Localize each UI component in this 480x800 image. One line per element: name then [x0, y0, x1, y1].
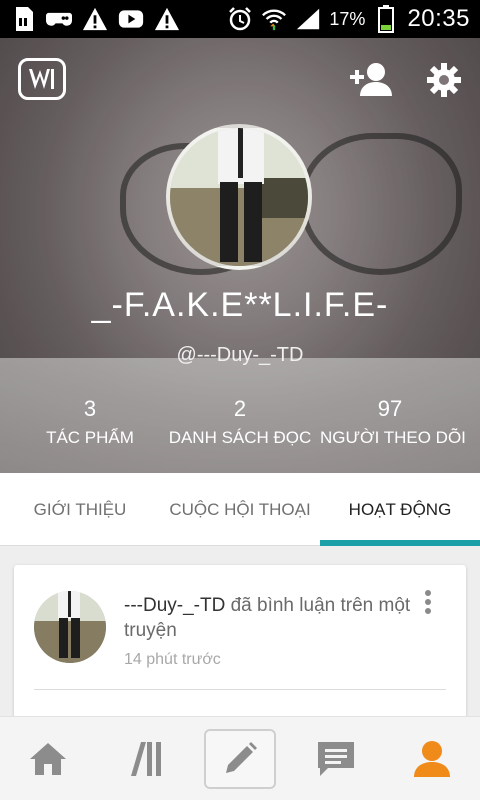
- wattpad-logo-icon[interactable]: [18, 58, 66, 100]
- profile-icon[interactable]: [396, 729, 468, 789]
- gear-icon[interactable]: [426, 62, 462, 98]
- battery-icon: [373, 5, 399, 33]
- stat-label: DANH SÁCH ĐỌC: [168, 428, 312, 447]
- more-vertical-icon[interactable]: [418, 589, 438, 619]
- library-icon[interactable]: [108, 729, 180, 789]
- warning-icon: [154, 6, 180, 32]
- avatar[interactable]: [34, 591, 106, 663]
- activity-card[interactable]: ---Duy-_-TD đã bình luận trên một truyện…: [14, 565, 466, 725]
- clock: 20:35: [407, 5, 470, 32]
- stat-label: NGƯỜI THEO DÕI: [320, 428, 466, 447]
- status-bar: 17% 20:35: [0, 0, 480, 38]
- activity-time: 14 phút trước: [124, 651, 221, 668]
- gamepad-icon: [46, 6, 72, 32]
- activity-author[interactable]: ---Duy-_-TD: [124, 595, 225, 616]
- tab-about[interactable]: GIỚI THIỆU: [0, 473, 160, 546]
- activity-text: ---Duy-_-TD đã bình luận trên một truyện: [124, 593, 414, 643]
- stat-value: 97: [377, 396, 403, 421]
- tab-activity[interactable]: HOẠT ĐỘNG: [320, 473, 480, 546]
- username: @---Duy-_-TD: [176, 344, 304, 366]
- profile-stats: 3 TÁC PHẨM 2 DANH SÁCH ĐỌC 97 NGƯỜI THEO…: [0, 396, 480, 456]
- stat-label: TÁC PHẨM: [46, 428, 134, 447]
- battery-percent: 17%: [329, 8, 366, 29]
- bottom-navigation: [0, 716, 480, 800]
- profile-avatar[interactable]: [166, 124, 312, 270]
- divider: [34, 689, 446, 690]
- stat-works[interactable]: 3 TÁC PHẨM: [30, 396, 150, 448]
- messages-icon[interactable]: [300, 729, 372, 789]
- add-person-icon[interactable]: [350, 60, 392, 100]
- tab-conversations[interactable]: CUỘC HỘI THOẠI: [160, 473, 320, 546]
- signal-icon: [295, 6, 321, 32]
- stat-reading-lists[interactable]: 2 DANH SÁCH ĐỌC: [165, 396, 315, 448]
- display-name: _-F.A.K.E**L.I.F.E-: [91, 286, 389, 324]
- stat-value: 2: [233, 396, 247, 421]
- sd-card-icon: [10, 6, 36, 32]
- youtube-icon: [118, 6, 144, 32]
- alarm-icon: [227, 6, 253, 32]
- profile-tabs: GIỚI THIỆU CUỘC HỘI THOẠI HOẠT ĐỘNG: [0, 473, 480, 546]
- active-tab-indicator: [320, 540, 480, 546]
- stat-value: 3: [83, 396, 97, 421]
- wifi-icon: [261, 6, 287, 32]
- stat-followers[interactable]: 97 NGƯỜI THEO DÕI: [320, 396, 466, 448]
- home-icon[interactable]: [12, 729, 84, 789]
- warning-icon: [82, 6, 108, 32]
- write-icon[interactable]: [204, 729, 276, 789]
